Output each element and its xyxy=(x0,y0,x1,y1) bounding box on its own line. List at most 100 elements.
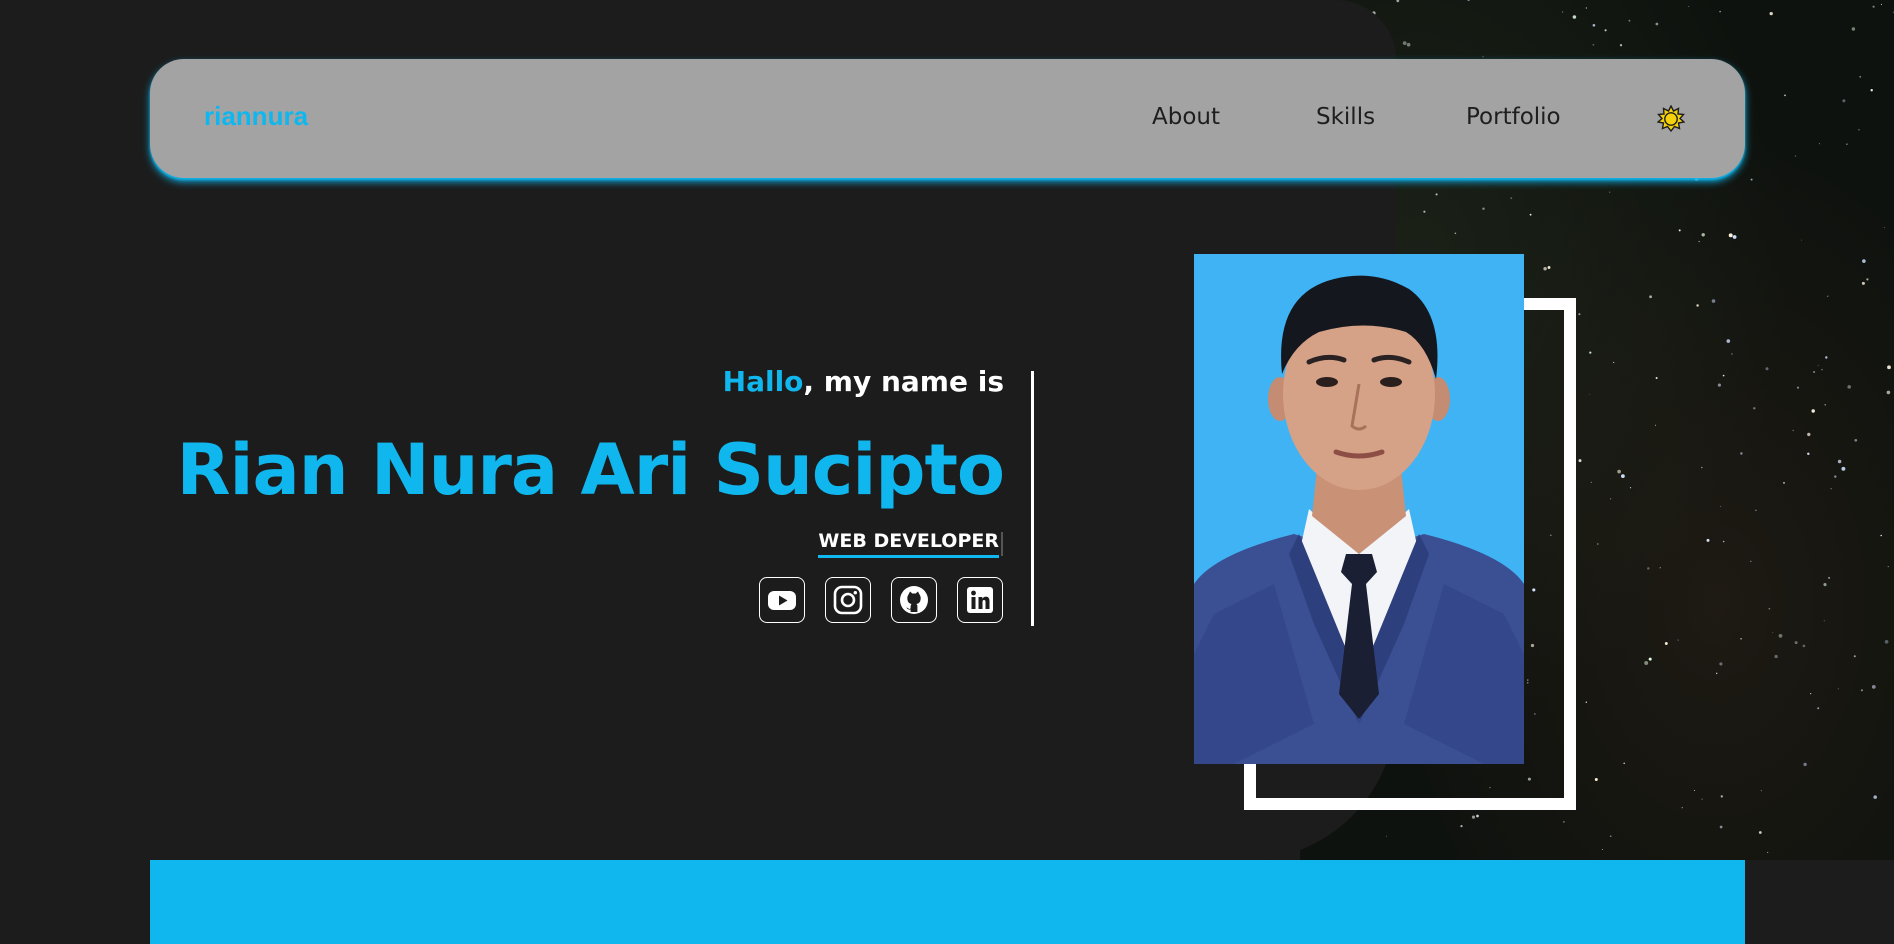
star xyxy=(1842,99,1846,103)
greeting-rest: , my name is xyxy=(803,365,1004,398)
star xyxy=(1543,266,1547,271)
star xyxy=(1834,475,1837,478)
star xyxy=(1678,229,1681,232)
greeting-text: Hallo, my name is xyxy=(723,365,1004,398)
star xyxy=(1813,370,1816,374)
star xyxy=(1701,233,1705,237)
star xyxy=(1821,369,1823,371)
star xyxy=(1619,44,1623,47)
star xyxy=(1654,424,1657,426)
star xyxy=(1817,707,1820,710)
star xyxy=(1811,409,1815,413)
star xyxy=(1547,266,1551,269)
star xyxy=(1837,688,1839,690)
star xyxy=(1731,353,1733,355)
star xyxy=(1482,56,1484,58)
star xyxy=(1841,466,1846,471)
star xyxy=(1482,207,1485,210)
star xyxy=(1722,540,1725,543)
star xyxy=(1802,644,1806,648)
star xyxy=(1701,798,1703,800)
star xyxy=(1854,438,1858,442)
star xyxy=(1768,607,1771,610)
star xyxy=(1706,538,1710,542)
star xyxy=(1887,365,1891,370)
star xyxy=(1719,662,1723,666)
star xyxy=(1750,560,1752,563)
linkedin-icon xyxy=(967,587,993,613)
sun-icon xyxy=(1656,104,1686,133)
star xyxy=(1664,642,1668,645)
role-title: WEB DEVELOPER xyxy=(818,530,999,558)
star xyxy=(1602,849,1604,851)
star xyxy=(1696,304,1699,307)
nav-link-portfolio[interactable]: Portfolio xyxy=(1466,104,1561,130)
star xyxy=(1655,22,1659,26)
instagram-button[interactable] xyxy=(825,577,871,623)
star xyxy=(1740,638,1742,640)
star xyxy=(1884,639,1889,644)
star xyxy=(1681,807,1683,809)
github-button[interactable] xyxy=(891,577,937,623)
star xyxy=(1830,488,1832,490)
star xyxy=(1726,339,1731,343)
star xyxy=(1588,393,1590,395)
star xyxy=(1722,374,1725,377)
star xyxy=(1585,701,1588,703)
hero-name: Rian Nura Ari Sucipto xyxy=(176,429,1005,511)
star xyxy=(1578,313,1581,316)
star xyxy=(1823,620,1825,622)
star xyxy=(1847,385,1851,389)
star xyxy=(1609,835,1612,838)
section-band xyxy=(150,860,1745,944)
star xyxy=(1818,143,1820,145)
star xyxy=(1860,689,1863,692)
star xyxy=(1871,685,1876,689)
star xyxy=(1765,367,1769,371)
star xyxy=(1659,567,1661,569)
star xyxy=(1467,0,1470,2)
star xyxy=(1655,377,1658,379)
star xyxy=(1807,452,1810,456)
star xyxy=(1617,469,1621,474)
youtube-button[interactable] xyxy=(759,577,805,623)
star xyxy=(1803,762,1807,767)
star xyxy=(1609,498,1612,500)
star xyxy=(1717,383,1721,387)
star xyxy=(1644,661,1649,665)
nav-link-skills[interactable]: Skills xyxy=(1316,104,1375,130)
star xyxy=(1529,213,1532,216)
profile-photo xyxy=(1194,254,1524,764)
star xyxy=(1758,831,1762,834)
star xyxy=(1476,814,1479,818)
star xyxy=(1597,543,1599,545)
star xyxy=(1649,295,1653,299)
linkedin-button[interactable] xyxy=(957,577,1003,623)
star xyxy=(1647,567,1650,570)
theme-toggle-button[interactable] xyxy=(1656,104,1686,133)
nav-link-about[interactable]: About xyxy=(1152,104,1220,130)
brand-logo[interactable]: riannura xyxy=(204,101,308,132)
star xyxy=(1794,155,1797,157)
youtube-icon xyxy=(768,591,796,610)
star xyxy=(1883,227,1885,229)
star xyxy=(1824,404,1826,406)
star xyxy=(1629,487,1632,489)
star xyxy=(1728,233,1733,238)
star xyxy=(1623,762,1625,765)
star xyxy=(1753,407,1756,410)
star xyxy=(1435,193,1438,196)
star xyxy=(1720,795,1723,798)
star xyxy=(1648,657,1652,661)
instagram-icon xyxy=(833,585,863,615)
star xyxy=(1562,11,1564,13)
star xyxy=(1460,824,1463,828)
greeting-highlight: Hallo xyxy=(722,365,804,398)
star xyxy=(1423,210,1426,213)
star xyxy=(1800,239,1802,241)
star xyxy=(1402,41,1407,45)
navbar: riannura About Skills Portfolio xyxy=(150,59,1745,178)
star xyxy=(1688,6,1690,8)
star xyxy=(1719,10,1721,13)
star xyxy=(1740,452,1743,455)
